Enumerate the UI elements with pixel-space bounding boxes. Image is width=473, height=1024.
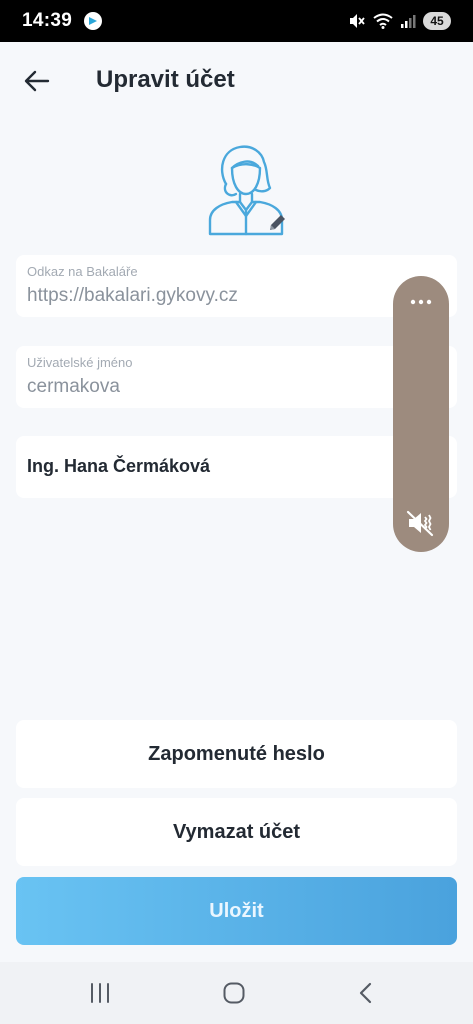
recents-icon — [91, 983, 109, 1003]
mute-icon — [350, 14, 365, 28]
nav-back-button[interactable] — [346, 978, 386, 1008]
app-icon — [84, 12, 103, 30]
home-button[interactable] — [214, 978, 254, 1008]
arrow-left-icon — [24, 70, 50, 92]
volume-more-button[interactable] — [393, 290, 449, 314]
name-field[interactable]: Ing. Hana Čermáková — [16, 436, 457, 498]
back-icon — [359, 982, 372, 1004]
volume-mute-button[interactable] — [393, 506, 449, 540]
system-nav-bar — [0, 962, 473, 1024]
status-bar: 14:39 45 — [0, 0, 473, 42]
page-title: Upravit účet — [96, 66, 235, 93]
signal-icon — [401, 15, 416, 28]
edit-avatar-button[interactable] — [266, 212, 288, 234]
delete-account-button[interactable]: Vymazat účet — [16, 798, 457, 866]
username-field-label: Uživatelské jméno — [27, 355, 133, 370]
username-field-value[interactable]: cermakova — [27, 376, 120, 398]
forgot-password-button[interactable]: Zapomenuté heslo — [16, 720, 457, 788]
header: Upravit účet — [0, 42, 473, 120]
battery-icon: 45 — [423, 12, 451, 30]
volume-mute-icon — [406, 510, 434, 537]
pencil-icon — [270, 215, 285, 230]
url-field[interactable]: Odkaz na Bakaláře https://bakalari.gykov… — [16, 255, 457, 317]
more-horizontal-icon — [410, 299, 432, 305]
home-icon — [223, 982, 245, 1004]
name-field-value[interactable]: Ing. Hana Čermáková — [27, 456, 210, 477]
status-time: 14:39 — [22, 10, 73, 31]
url-field-label: Odkaz na Bakaláře — [27, 264, 138, 279]
save-button[interactable]: Uložit — [16, 877, 457, 945]
username-field[interactable]: Uživatelské jméno cermakova — [16, 346, 457, 408]
wifi-icon — [373, 13, 393, 29]
url-field-value[interactable]: https://bakalari.gykovy.cz — [27, 285, 238, 307]
back-button[interactable] — [20, 64, 54, 98]
status-icons: 45 — [348, 12, 451, 30]
recents-button[interactable] — [80, 978, 120, 1008]
volume-panel[interactable] — [393, 276, 449, 552]
